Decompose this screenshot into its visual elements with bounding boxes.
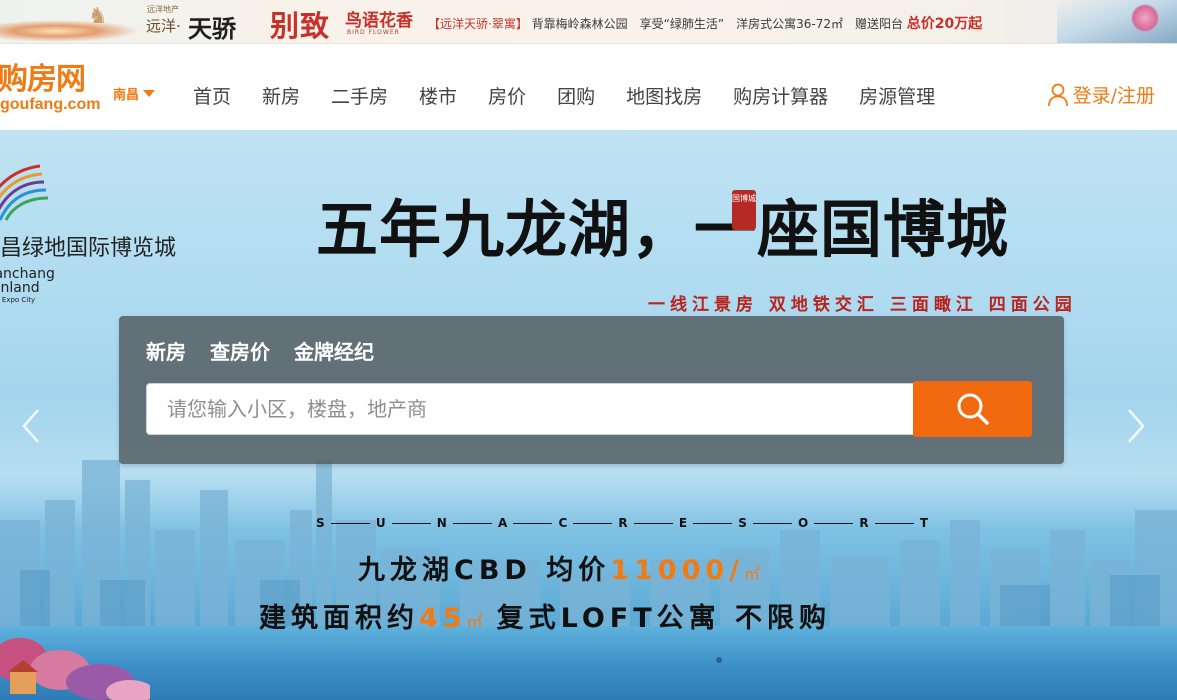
carousel-next-arrow-icon[interactable] [1125, 408, 1147, 444]
city-name: 南昌 [113, 88, 140, 103]
resort-divider [573, 522, 613, 524]
nav-prices[interactable]: 房价 [488, 82, 526, 109]
nav-second-hand[interactable]: 二手房 [331, 82, 388, 109]
developer-label: 远洋地产 [147, 5, 179, 14]
ad-description: 【远洋天骄·翠寓】 背靠梅岭森林公园 享受“绿肺生活” 洋房式公寓36-72㎡ … [428, 13, 982, 33]
resort-divider [874, 522, 914, 524]
resort-letter: O [798, 516, 809, 530]
ad-subheadline-en: BIRD FLOWER [347, 29, 400, 36]
search-input[interactable] [167, 397, 913, 421]
banner-decoration [0, 20, 140, 42]
area-value: 45 [419, 603, 467, 634]
ad-subheadline: 鸟语花香 [345, 11, 413, 31]
resort-letter: S [316, 516, 325, 530]
tab-gold-agents[interactable]: 金牌经纪 [294, 336, 374, 365]
main-header: 购房网 goufang.com 南昌 首页 新房 二手房 楼市 房价 团购 地图… [0, 44, 1177, 130]
expo-logo-icon [0, 164, 49, 221]
user-icon [1047, 83, 1068, 106]
resort-letter: R [618, 516, 628, 530]
login-register-link[interactable]: 登录/注册 [1047, 81, 1155, 108]
main-menu: 首页 新房 二手房 楼市 房价 团购 地图找房 购房计算器 房源管理 [193, 82, 966, 109]
search-panel: 新房 查房价 金牌经纪 [119, 316, 1064, 464]
search-tabs: 新房 查房价 金牌经纪 [146, 336, 374, 365]
ad-price: 总价20万起 [906, 16, 983, 32]
resort-divider [752, 522, 793, 524]
resort-divider [633, 522, 673, 524]
site-logo[interactable]: 购房网 goufang.com [0, 64, 110, 118]
ad-features: 背靠梅岭森林公园 享受“绿肺生活” 洋房式公寓36-72㎡ 赠送阳台 [531, 17, 903, 31]
logo-text-cn: 购房网 [0, 62, 86, 97]
resort-divider [814, 522, 854, 524]
brand-prefix: 远洋· [146, 17, 181, 35]
resort-letter: N [436, 516, 447, 530]
expo-name-cn: 南昌绿地国际博览城 [0, 236, 177, 261]
resort-letter: E [678, 516, 688, 530]
hero-headline: 五年九龙湖，一座国博城 [316, 193, 1010, 266]
resort-divider [391, 522, 431, 524]
top-ad-banner[interactable]: ♞ 远洋地产 远洋· 天骄 别致 鸟语花香 BIRD FLOWER 【远洋天骄·… [0, 0, 1177, 44]
nav-home[interactable]: 首页 [193, 82, 231, 109]
login-label: 登录/注册 [1072, 85, 1155, 107]
resort-divider [693, 522, 733, 524]
sun-a-resort-line: S U N A C R E S O R T [316, 516, 928, 530]
banner-landscape-decoration [1057, 0, 1177, 43]
resort-divider [513, 522, 553, 524]
hero-slogan: 一线江景房 双地铁交汇 三面瞰江 四面公园 [648, 295, 1077, 315]
expo-name-en-2: Greenland [0, 280, 40, 296]
area-prefix: 建筑面积约 [259, 603, 419, 634]
expo-name-en-3: International Expo City [0, 296, 36, 304]
caret-down-icon [143, 90, 156, 97]
resort-letter: S [738, 516, 747, 530]
brand-name: 天骄 [188, 14, 236, 43]
nav-map-search[interactable]: 地图找房 [626, 82, 702, 109]
search-icon [957, 393, 989, 425]
hero-banner[interactable]: 南昌绿地国际博览城 Nanchang Greenland Internation… [0, 130, 1177, 700]
area-statement: 建筑面积约45㎡ 复式LOFT公寓 不限购 [259, 596, 831, 635]
resort-divider [452, 522, 492, 524]
resort-letter: U [375, 516, 386, 530]
carousel-indicator[interactable] [716, 657, 722, 663]
nav-market[interactable]: 楼市 [419, 82, 457, 109]
search-button[interactable] [913, 381, 1032, 437]
logo-text-en: goufang.com [0, 96, 101, 113]
price-statement: 九龙湖CBD 均价11000/㎡ [358, 548, 760, 587]
tab-check-price[interactable]: 查房价 [210, 336, 270, 365]
resort-letter: T [919, 516, 929, 530]
resort-divider [330, 522, 370, 524]
area-suffix: 复式LOFT公寓 不限购 [496, 603, 832, 634]
resort-letter: R [859, 516, 869, 530]
area-unit: ㎡ [466, 612, 483, 631]
city-selector[interactable]: 南昌 [113, 84, 156, 103]
search-input-wrapper[interactable] [146, 383, 914, 435]
foreground-trees-image [0, 638, 150, 700]
nav-listing-manage[interactable]: 房源管理 [859, 82, 935, 109]
price-prefix: 九龙湖CBD 均价 [358, 555, 611, 586]
lake-water [0, 626, 1177, 700]
carousel-prev-arrow-icon[interactable] [20, 408, 42, 444]
tab-new-homes[interactable]: 新房 [146, 336, 186, 365]
price-value: 11000/ [610, 555, 745, 586]
flower-icon [1131, 4, 1159, 32]
resort-letter: C [558, 516, 568, 530]
ad-headline: 别致 [270, 9, 331, 43]
deer-logo-icon: ♞ [88, 4, 108, 29]
nav-calculator[interactable]: 购房计算器 [733, 82, 828, 109]
red-seal-stamp: 国博城 [732, 190, 756, 230]
resort-letter: A [497, 516, 508, 530]
nav-new-homes[interactable]: 新房 [262, 82, 300, 109]
nav-group-buy[interactable]: 团购 [557, 82, 595, 109]
price-unit: ㎡ [744, 564, 761, 583]
ad-project-name: 【远洋天骄·翠寓】 [428, 17, 528, 31]
